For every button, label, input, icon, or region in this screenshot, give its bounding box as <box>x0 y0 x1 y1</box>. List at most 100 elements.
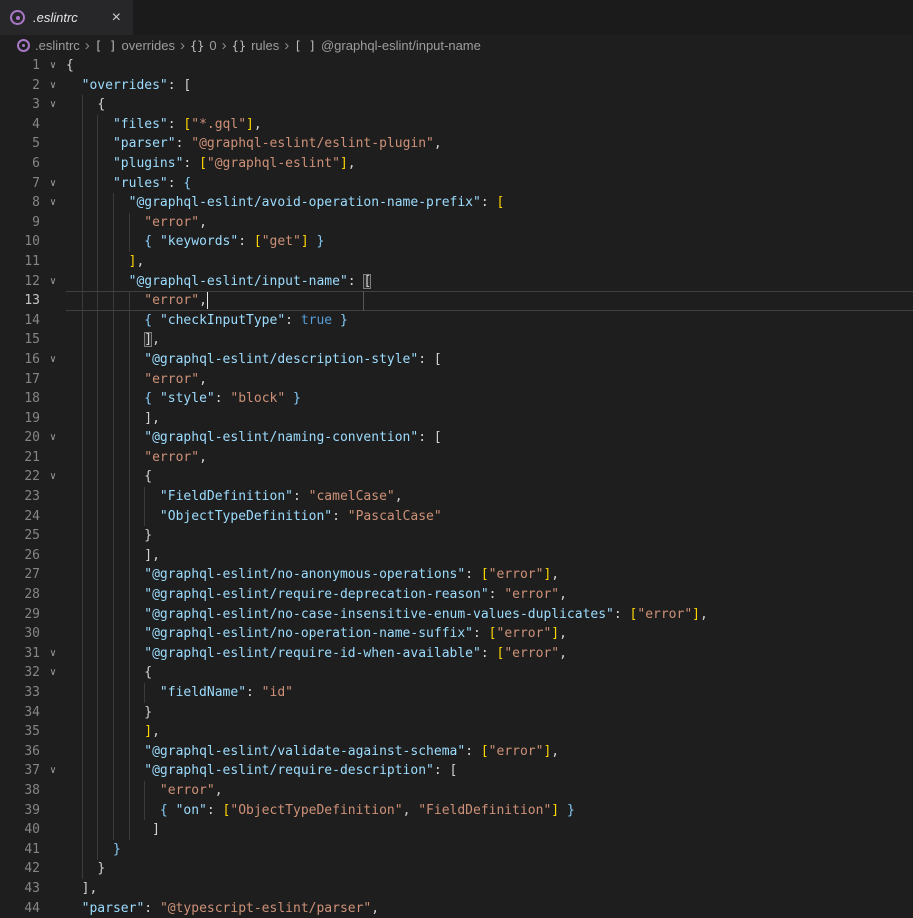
code-text[interactable]: "overrides": [ <box>66 76 913 96</box>
code-line-20[interactable]: 20∨ "@graphql-eslint/naming-convention":… <box>0 428 913 448</box>
code-line-6[interactable]: 6 "plugins": ["@graphql-eslint"], <box>0 154 913 174</box>
code-text[interactable]: ], <box>66 722 913 742</box>
code-text[interactable]: "@graphql-eslint/require-description": [ <box>66 761 913 781</box>
code-text[interactable]: "plugins": ["@graphql-eslint"], <box>66 154 913 174</box>
fold-chevron-icon[interactable]: ∨ <box>40 76 66 96</box>
fold-chevron-icon[interactable]: ∨ <box>40 174 66 194</box>
code-line-44[interactable]: 44 "parser": "@typescript-eslint/parser"… <box>0 899 913 918</box>
code-line-19[interactable]: 19 ], <box>0 409 913 429</box>
code-text[interactable]: ], <box>66 252 913 272</box>
code-line-11[interactable]: 11 ], <box>0 252 913 272</box>
breadcrumb-item[interactable]: .eslintrc <box>17 38 80 53</box>
code-line-4[interactable]: 4 "files": ["*.gql"], <box>0 115 913 135</box>
fold-chevron-icon[interactable]: ∨ <box>40 761 66 781</box>
code-text[interactable]: "@graphql-eslint/validate-against-schema… <box>66 742 913 762</box>
fold-chevron-icon[interactable]: ∨ <box>40 56 66 76</box>
code-text[interactable]: "parser": "@graphql-eslint/eslint-plugin… <box>66 134 913 154</box>
code-line-15[interactable]: 15 ], <box>0 330 913 350</box>
code-line-39[interactable]: 39 { "on": ["ObjectTypeDefinition", "Fie… <box>0 801 913 821</box>
code-text[interactable]: "@graphql-eslint/no-anonymous-operations… <box>66 565 913 585</box>
code-line-26[interactable]: 26 ], <box>0 546 913 566</box>
code-line-9[interactable]: 9 "error", <box>0 213 913 233</box>
code-line-5[interactable]: 5 "parser": "@graphql-eslint/eslint-plug… <box>0 134 913 154</box>
code-line-41[interactable]: 41 } <box>0 840 913 860</box>
code-line-25[interactable]: 25 } <box>0 526 913 546</box>
breadcrumb-item[interactable]: [ ]@graphql-eslint/input-name <box>294 38 481 53</box>
code-text[interactable]: "error", <box>66 781 913 801</box>
code-line-7[interactable]: 7∨ "rules": { <box>0 174 913 194</box>
code-text[interactable]: } <box>66 703 913 723</box>
code-line-37[interactable]: 37∨ "@graphql-eslint/require-description… <box>0 761 913 781</box>
code-text[interactable]: "parser": "@typescript-eslint/parser", <box>66 899 913 918</box>
code-text[interactable]: "ObjectTypeDefinition": "PascalCase" <box>66 507 913 527</box>
code-line-27[interactable]: 27 "@graphql-eslint/no-anonymous-operati… <box>0 565 913 585</box>
code-text[interactable]: ], <box>66 409 913 429</box>
fold-chevron-icon[interactable]: ∨ <box>40 350 66 370</box>
code-line-13[interactable]: 13 "error", <box>0 291 913 311</box>
code-text[interactable]: "error", <box>66 370 913 390</box>
code-line-40[interactable]: 40 ] <box>0 820 913 840</box>
code-line-18[interactable]: 18 { "style": "block" } <box>0 389 913 409</box>
breadcrumb-item[interactable]: {}rules <box>232 38 280 53</box>
code-line-22[interactable]: 22∨ { <box>0 467 913 487</box>
code-text[interactable]: { <box>66 467 913 487</box>
tab-eslintrc[interactable]: .eslintrc × <box>0 0 133 35</box>
code-line-10[interactable]: 10 { "keywords": ["get"] } <box>0 232 913 252</box>
code-text[interactable]: } <box>66 840 913 860</box>
code-text[interactable]: "@graphql-eslint/description-style": [ <box>66 350 913 370</box>
code-text[interactable]: { "checkInputType": true } <box>66 311 913 331</box>
code-text[interactable]: "error", <box>66 448 913 468</box>
breadcrumb-item[interactable]: [ ]overrides <box>95 38 175 53</box>
code-text[interactable]: "@graphql-eslint/no-operation-name-suffi… <box>66 624 913 644</box>
code-line-1[interactable]: 1∨{ <box>0 56 913 76</box>
code-line-36[interactable]: 36 "@graphql-eslint/validate-against-sch… <box>0 742 913 762</box>
code-line-32[interactable]: 32∨ { <box>0 663 913 683</box>
code-text[interactable]: "rules": { <box>66 174 913 194</box>
fold-chevron-icon[interactable]: ∨ <box>40 467 66 487</box>
code-line-12[interactable]: 12∨ "@graphql-eslint/input-name": [ <box>0 272 913 292</box>
code-text[interactable]: { <box>66 663 913 683</box>
code-text[interactable]: "@graphql-eslint/require-id-when-availab… <box>66 644 913 664</box>
code-text[interactable]: { <box>66 56 913 76</box>
code-text[interactable]: } <box>66 526 913 546</box>
breadcrumb-item[interactable]: {}0 <box>190 38 217 53</box>
fold-chevron-icon[interactable]: ∨ <box>40 272 66 292</box>
code-editor[interactable]: 1∨{2∨ "overrides": [3∨ {4 "files": ["*.g… <box>0 56 913 918</box>
code-text[interactable]: { "keywords": ["get"] } <box>66 232 913 252</box>
code-line-14[interactable]: 14 { "checkInputType": true } <box>0 311 913 331</box>
code-text[interactable]: ], <box>66 879 913 899</box>
fold-chevron-icon[interactable]: ∨ <box>40 644 66 664</box>
fold-chevron-icon[interactable]: ∨ <box>40 95 66 115</box>
code-line-8[interactable]: 8∨ "@graphql-eslint/avoid-operation-name… <box>0 193 913 213</box>
code-line-2[interactable]: 2∨ "overrides": [ <box>0 76 913 96</box>
code-line-33[interactable]: 33 "fieldName": "id" <box>0 683 913 703</box>
code-text[interactable]: "files": ["*.gql"], <box>66 115 913 135</box>
code-line-17[interactable]: 17 "error", <box>0 370 913 390</box>
code-line-38[interactable]: 38 "error", <box>0 781 913 801</box>
code-text[interactable]: { <box>66 95 913 115</box>
code-text[interactable]: ], <box>66 330 913 350</box>
code-line-23[interactable]: 23 "FieldDefinition": "camelCase", <box>0 487 913 507</box>
code-line-24[interactable]: 24 "ObjectTypeDefinition": "PascalCase" <box>0 507 913 527</box>
code-line-31[interactable]: 31∨ "@graphql-eslint/require-id-when-ava… <box>0 644 913 664</box>
code-line-29[interactable]: 29 "@graphql-eslint/no-case-insensitive-… <box>0 605 913 625</box>
code-text[interactable]: "@graphql-eslint/require-deprecation-rea… <box>66 585 913 605</box>
close-icon[interactable]: × <box>110 10 123 26</box>
code-text[interactable]: ] <box>66 820 913 840</box>
fold-chevron-icon[interactable]: ∨ <box>40 193 66 213</box>
code-text[interactable]: "error", <box>66 213 913 233</box>
code-line-16[interactable]: 16∨ "@graphql-eslint/description-style":… <box>0 350 913 370</box>
code-line-43[interactable]: 43 ], <box>0 879 913 899</box>
code-text[interactable]: "@graphql-eslint/avoid-operation-name-pr… <box>66 193 913 213</box>
code-text[interactable]: ], <box>66 546 913 566</box>
code-text[interactable]: "@graphql-eslint/input-name": [ <box>66 272 913 292</box>
code-text[interactable]: "@graphql-eslint/no-case-insensitive-enu… <box>66 605 913 625</box>
code-text[interactable]: { "on": ["ObjectTypeDefinition", "FieldD… <box>66 801 913 821</box>
code-line-42[interactable]: 42 } <box>0 859 913 879</box>
code-line-34[interactable]: 34 } <box>0 703 913 723</box>
code-text[interactable]: "fieldName": "id" <box>66 683 913 703</box>
code-line-21[interactable]: 21 "error", <box>0 448 913 468</box>
fold-chevron-icon[interactable]: ∨ <box>40 428 66 448</box>
fold-chevron-icon[interactable]: ∨ <box>40 663 66 683</box>
code-line-28[interactable]: 28 "@graphql-eslint/require-deprecation-… <box>0 585 913 605</box>
